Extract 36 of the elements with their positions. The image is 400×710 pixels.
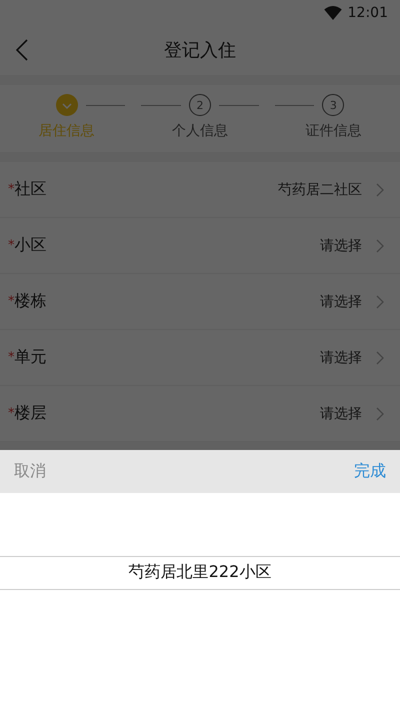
form-row[interactable]: *楼层 请选择 [0, 386, 400, 442]
required-mark: * [8, 294, 14, 309]
form-row[interactable]: *单元 请选择 [0, 330, 400, 386]
step-label[interactable]: 证件信息 [305, 122, 362, 140]
field-label: 社区 [14, 179, 46, 200]
done-button[interactable]: 完成 [354, 457, 386, 486]
step-number: 2 [189, 94, 211, 116]
field-value: 芍药居二社区 [278, 180, 362, 198]
form-row[interactable]: *小区 请选择 [0, 218, 400, 274]
required-mark: * [8, 350, 14, 365]
chevron-right-icon [376, 406, 384, 420]
field-label: 小区 [14, 235, 46, 256]
required-mark: * [8, 406, 14, 421]
step-label[interactable]: 个人信息 [172, 122, 228, 140]
field-label: 单元 [14, 347, 46, 368]
field-placeholder: 请选择 [320, 404, 362, 422]
field-placeholder: 请选择 [320, 236, 362, 254]
form-row[interactable]: *社区 芍药居二社区 [0, 162, 400, 218]
required-mark: * [8, 238, 14, 253]
page-title: 登记入住 [164, 39, 236, 62]
form-row[interactable]: *楼栋 请选择 [0, 274, 400, 330]
status-time: 12:01 [348, 4, 388, 20]
chevron-right-icon [376, 182, 384, 196]
back-icon[interactable] [16, 39, 28, 61]
picker-option[interactable]: 芍药居北里222小区 [0, 556, 400, 590]
cancel-button[interactable]: 取消 [14, 457, 46, 486]
chevron-right-icon [376, 238, 384, 252]
field-label: 楼层 [14, 403, 46, 424]
field-placeholder: 请选择 [320, 348, 362, 366]
chevron-right-icon [376, 350, 384, 364]
field-placeholder: 请选择 [320, 292, 362, 310]
required-mark: * [8, 182, 14, 197]
step-number: 3 [322, 94, 344, 116]
wifi-icon [324, 6, 342, 20]
chevron-right-icon [376, 294, 384, 308]
field-label: 楼栋 [14, 291, 46, 312]
